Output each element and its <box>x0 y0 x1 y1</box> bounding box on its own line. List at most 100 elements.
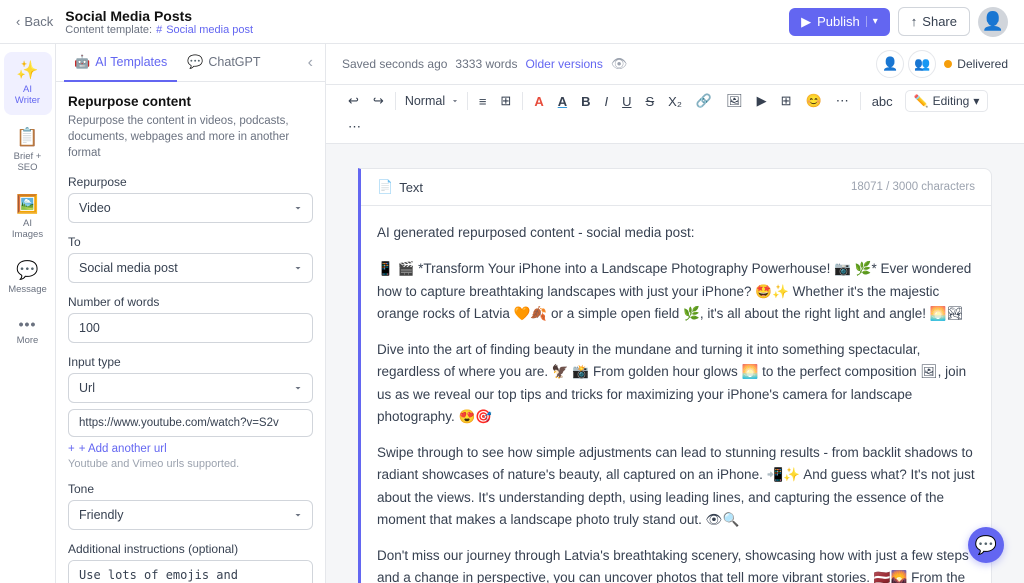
card-header: 📄 Text 18071 / 3000 characters <box>361 169 991 206</box>
url-hint: Youtube and Vimeo urls supported. <box>68 458 313 470</box>
url-input-wrapper <box>68 409 313 437</box>
underline-button[interactable]: U <box>616 90 637 113</box>
content-line-3: Swipe through to see how simple adjustme… <box>377 442 975 531</box>
content-line-2: Dive into the art of finding beauty in t… <box>377 339 975 428</box>
publish-chevron-icon: ▾ <box>866 16 878 27</box>
ai-images-label: AI Images <box>10 218 46 241</box>
card-title: Text <box>399 180 423 195</box>
tab-ai-templates[interactable]: 🤖 AI Templates <box>64 44 177 82</box>
collab-btn-1[interactable]: 👤 <box>876 50 904 78</box>
content-area: Saved seconds ago 3333 words Older versi… <box>326 44 1024 583</box>
avatar[interactable]: 👤 <box>978 7 1008 37</box>
brief-seo-label: Brief + SEO <box>10 151 46 174</box>
redo-button[interactable]: ↪ <box>367 89 390 113</box>
back-icon: ‹ <box>16 14 20 29</box>
tone-group: Tone FriendlyProfessionalCasualFormal <box>68 482 313 530</box>
share-icon: ↑ <box>911 14 918 29</box>
strikethrough-button[interactable]: S <box>640 90 661 113</box>
publish-play-icon: ▶ <box>801 14 811 30</box>
repurpose-select[interactable]: VideoPodcastDocumentWebpage <box>68 193 313 223</box>
sidebar-item-message[interactable]: 💬 Message <box>4 252 52 303</box>
input-type-select[interactable]: UrlTextFile <box>68 373 313 403</box>
tone-label: Tone <box>68 482 313 496</box>
main-layout: ✨ AI Writer 📋 Brief + SEO 🖼️ AI Images 💬… <box>0 44 1024 583</box>
chat-bubble[interactable]: 💬 <box>968 527 1004 563</box>
num-words-label: Number of words <box>68 295 313 309</box>
publish-button[interactable]: ▶ Publish ▾ <box>789 8 890 36</box>
page-title-block: Social Media Posts Content template: # S… <box>65 8 253 36</box>
tone-select[interactable]: FriendlyProfessionalCasualFormal <box>68 500 313 530</box>
ai-templates-tab-icon: 🤖 <box>74 54 90 70</box>
ai-images-icon: 🖼️ <box>16 194 38 215</box>
add-url-link[interactable]: + + Add another url <box>68 443 313 455</box>
repurpose-label: Repurpose <box>68 175 313 189</box>
editing-chevron: ▾ <box>973 94 979 108</box>
editor-toolbar: ↩ ↪ Normal ≡ ⊞ A A B I U S X₂ 🔗 🖼 ▶ ⊞ 😊 … <box>326 85 1024 144</box>
media-button[interactable]: ▶ <box>751 89 773 113</box>
header-left: ‹ Back Social Media Posts Content templa… <box>16 8 253 36</box>
to-label: To <box>68 235 313 249</box>
text-icon: 📄 <box>377 179 393 195</box>
page-title: Social Media Posts <box>65 8 253 24</box>
style-select[interactable]: Normal <box>401 91 462 111</box>
bold-button[interactable]: B <box>575 90 596 113</box>
collab-btn-2[interactable]: 👥 <box>908 50 936 78</box>
table-button[interactable]: ⊞ <box>775 89 798 113</box>
share-label: Share <box>922 14 957 29</box>
sidebar-item-ai-images[interactable]: 🖼️ AI Images <box>4 186 52 249</box>
panel-scroll: Repurpose content Repurpose the content … <box>56 82 325 583</box>
sidebar-item-brief-seo[interactable]: 📋 Brief + SEO <box>4 119 52 182</box>
to-select[interactable]: Social media postBlog postNewsletterTwee… <box>68 253 313 283</box>
editor-card: 📄 Text 18071 / 3000 characters AI genera… <box>358 168 992 583</box>
num-words-input[interactable] <box>68 313 313 343</box>
add-url-label: + Add another url <box>79 443 167 455</box>
older-versions-link[interactable]: Older versions <box>525 57 602 71</box>
toolbar-more-button[interactable]: ⋯ <box>342 115 367 139</box>
more-toolbar-button[interactable]: ⋯ <box>830 89 855 113</box>
content-line-4: Don't miss our journey through Latvia's … <box>377 545 975 583</box>
subscript-button[interactable]: X₂ <box>662 90 688 113</box>
publish-label: Publish <box>817 14 860 29</box>
emoji-button[interactable]: 😊 <box>800 89 828 113</box>
image-button[interactable]: 🖼 <box>720 89 749 113</box>
message-icon: 💬 <box>16 260 38 281</box>
eye-icon[interactable]: 👁 <box>611 56 628 72</box>
highlight-button[interactable]: A <box>552 90 573 113</box>
spell-button[interactable]: abc <box>866 90 899 113</box>
char-count-display: 18071 / 3000 characters <box>851 181 975 193</box>
align-icon[interactable]: ⊞ <box>494 89 517 113</box>
content-template-link[interactable]: Social media post <box>166 24 253 36</box>
align-button[interactable]: ≡ <box>473 90 493 113</box>
link-button[interactable]: 🔗 <box>690 89 718 113</box>
share-button[interactable]: ↑ Share <box>898 7 970 36</box>
toolbar-separator-3 <box>522 92 523 110</box>
additional-instructions-textarea[interactable]: Use lots of emojis and hashtags in the s… <box>68 560 313 583</box>
card-body[interactable]: AI generated repurposed content - social… <box>361 206 991 583</box>
status-dot <box>944 60 952 68</box>
top-header: ‹ Back Social Media Posts Content templa… <box>0 0 1024 44</box>
url-input[interactable] <box>68 409 313 437</box>
avatar-image: 👤 <box>982 11 1004 32</box>
font-color-button[interactable]: A <box>528 90 549 113</box>
chatgpt-tab-label: ChatGPT <box>208 55 260 69</box>
ai-writer-label: AI Writer <box>10 84 46 107</box>
toolbar-separator-2 <box>467 92 468 110</box>
panel-close-button[interactable]: ‹ <box>304 50 317 76</box>
num-words-group: Number of words <box>68 295 313 343</box>
editor-content: 📄 Text 18071 / 3000 characters AI genera… <box>326 144 1024 583</box>
sidebar-item-more[interactable]: ••• More <box>4 308 52 354</box>
tab-chatgpt[interactable]: 💬 ChatGPT <box>177 44 270 82</box>
back-button[interactable]: ‹ Back <box>16 14 53 29</box>
brief-seo-icon: 📋 <box>16 127 38 148</box>
header-right: ▶ Publish ▾ ↑ Share 👤 <box>789 7 1008 37</box>
editing-badge[interactable]: ✏️ Editing ▾ <box>905 90 989 112</box>
content-line-0: AI generated repurposed content - social… <box>377 222 975 244</box>
italic-button[interactable]: I <box>598 90 614 113</box>
content-line-1: 📱 🎬 *Transform Your iPhone into a Landsc… <box>377 258 975 325</box>
chatgpt-tab-icon: 💬 <box>187 54 203 70</box>
panel-tabs: 🤖 AI Templates 💬 ChatGPT ‹ <box>56 44 325 82</box>
additional-instructions-label: Additional instructions (optional) <box>68 542 313 556</box>
repurpose-group: Repurpose VideoPodcastDocumentWebpage <box>68 175 313 223</box>
sidebar-item-ai-writer[interactable]: ✨ AI Writer <box>4 52 52 115</box>
undo-button[interactable]: ↩ <box>342 89 365 113</box>
